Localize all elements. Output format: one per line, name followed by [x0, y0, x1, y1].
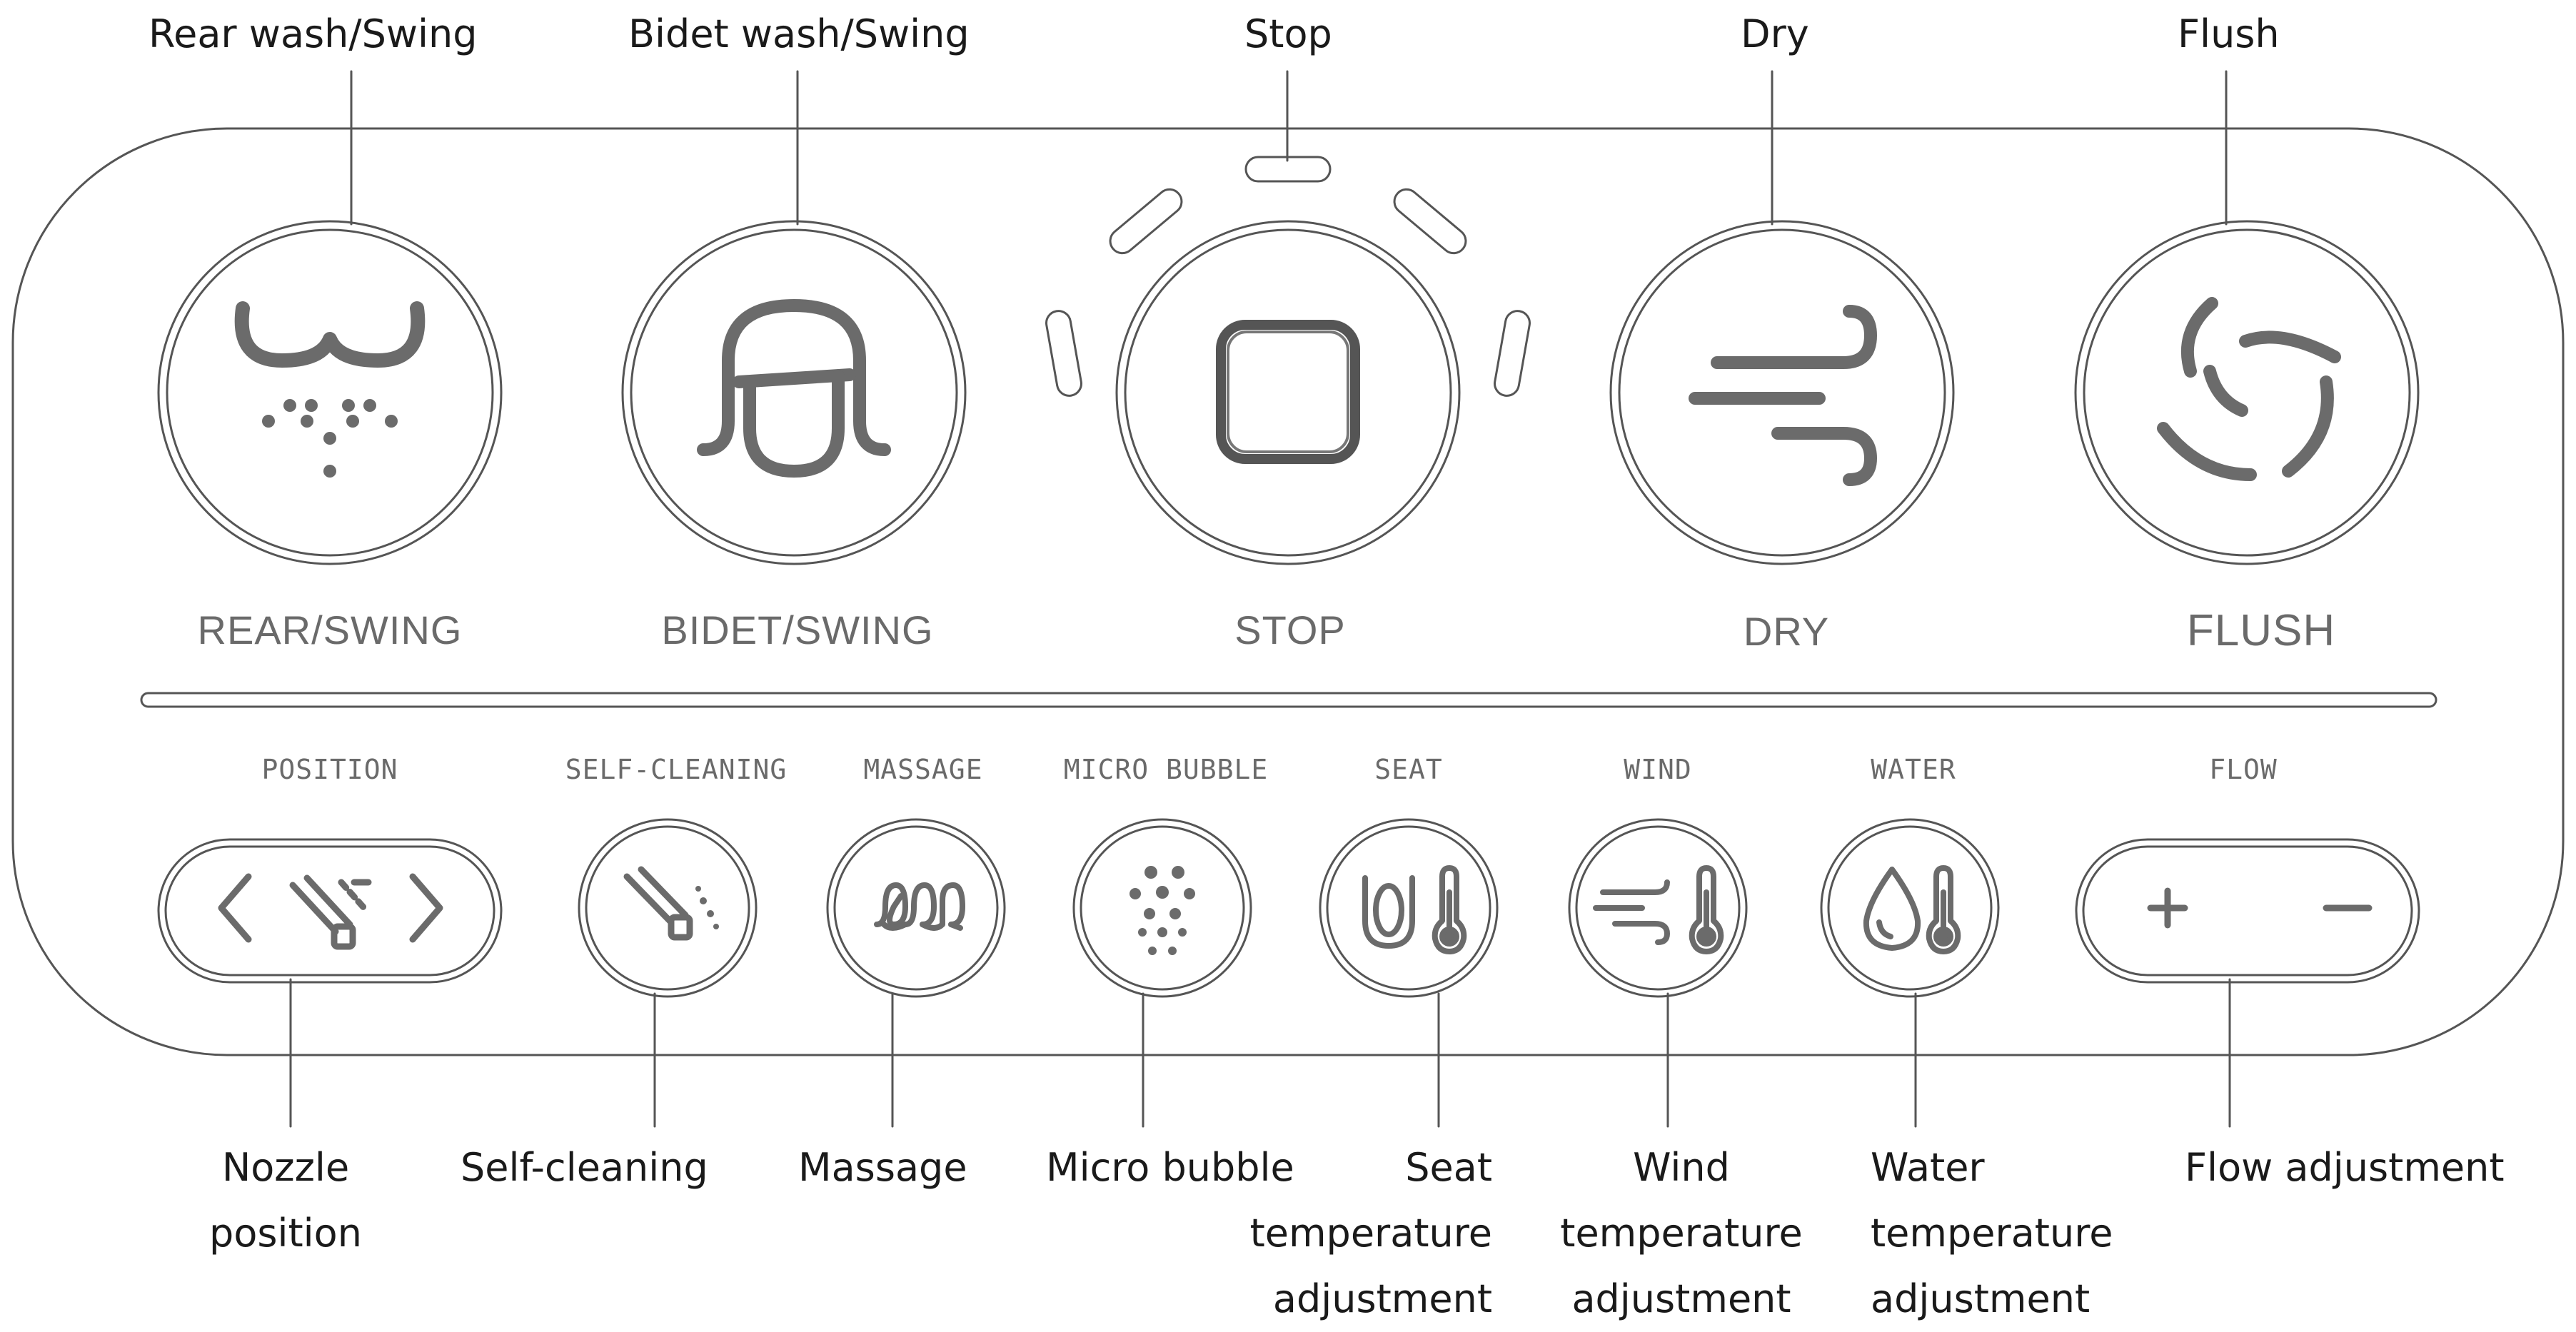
callout-wind-temperature: Wind temperature adjustment — [1560, 1145, 1803, 1321]
callout-bidet-wash: Bidet wash/Swing — [628, 11, 970, 56]
label-micro-bubble: MICRO BUBBLE — [1063, 754, 1269, 785]
callout-water-temperature: Water temperature adjustment — [1871, 1145, 2113, 1321]
callout-dry: Dry — [1741, 11, 1809, 56]
callout-flush: Flush — [2178, 11, 2280, 56]
callout-nozzle-position: Nozzle position — [209, 1145, 362, 1256]
wind-dry-icon — [1689, 305, 1877, 486]
label-wind: WIND — [1624, 754, 1692, 785]
seat-thermometer-icon — [1362, 865, 1467, 954]
massage-coil-icon — [874, 882, 965, 931]
callout-flow-adjustment: Flow adjustment — [2185, 1145, 2505, 1190]
stop-indicator-lights — [1045, 156, 1531, 397]
panel-divider — [140, 692, 2437, 708]
nozzle-position-button[interactable] — [157, 838, 503, 984]
self-cleaning-button[interactable] — [578, 818, 758, 998]
micro-bubble-button[interactable] — [1072, 818, 1252, 998]
label-seat: SEAT — [1374, 754, 1443, 785]
plus-minus-icon — [2147, 887, 2373, 929]
label-self-cleaning: SELF-CLEANING — [565, 754, 788, 785]
rear-wash-icon — [234, 301, 426, 478]
rear-wash-button[interactable] — [157, 220, 503, 565]
water-drop-thermometer-icon — [1863, 865, 1961, 954]
panel-outline — [11, 127, 2565, 1056]
seat-temperature-button[interactable] — [1319, 818, 1499, 998]
bidet-wash-icon — [697, 299, 891, 478]
callout-rear-wash: Rear wash/Swing — [149, 11, 478, 56]
callout-massage: Massage — [798, 1145, 967, 1190]
label-bidet-swing: BIDET/SWING — [661, 607, 934, 652]
nozzle-clean-icon — [623, 866, 719, 941]
control-panel-diagram — [11, 70, 2565, 1128]
stop-button[interactable] — [1115, 220, 1461, 565]
label-stop: STOP — [1234, 607, 1346, 652]
stop-square-icon — [1216, 320, 1360, 464]
callout-seat-temperature: Seat temperature adjustment — [1249, 1145, 1492, 1321]
water-temperature-button[interactable] — [1820, 818, 2000, 998]
label-water: WATER — [1871, 754, 1956, 785]
bubbles-icon — [1129, 866, 1195, 955]
label-massage: MASSAGE — [863, 754, 983, 785]
label-flow: FLOW — [2209, 754, 2278, 785]
callout-stop: Stop — [1244, 11, 1332, 56]
wind-thermometer-icon — [1593, 865, 1724, 954]
label-dry: DRY — [1743, 609, 1830, 654]
label-rear-swing: REAR/SWING — [197, 607, 463, 652]
flush-button[interactable] — [2074, 220, 2420, 565]
bidet-wash-button[interactable] — [621, 220, 967, 565]
nozzle-position-icon — [218, 873, 443, 950]
flush-swirl-icon — [2157, 297, 2341, 481]
label-flush: FLUSH — [2186, 606, 2336, 655]
callout-self-cleaning: Self-cleaning — [461, 1145, 708, 1190]
label-position: POSITION — [261, 754, 398, 785]
